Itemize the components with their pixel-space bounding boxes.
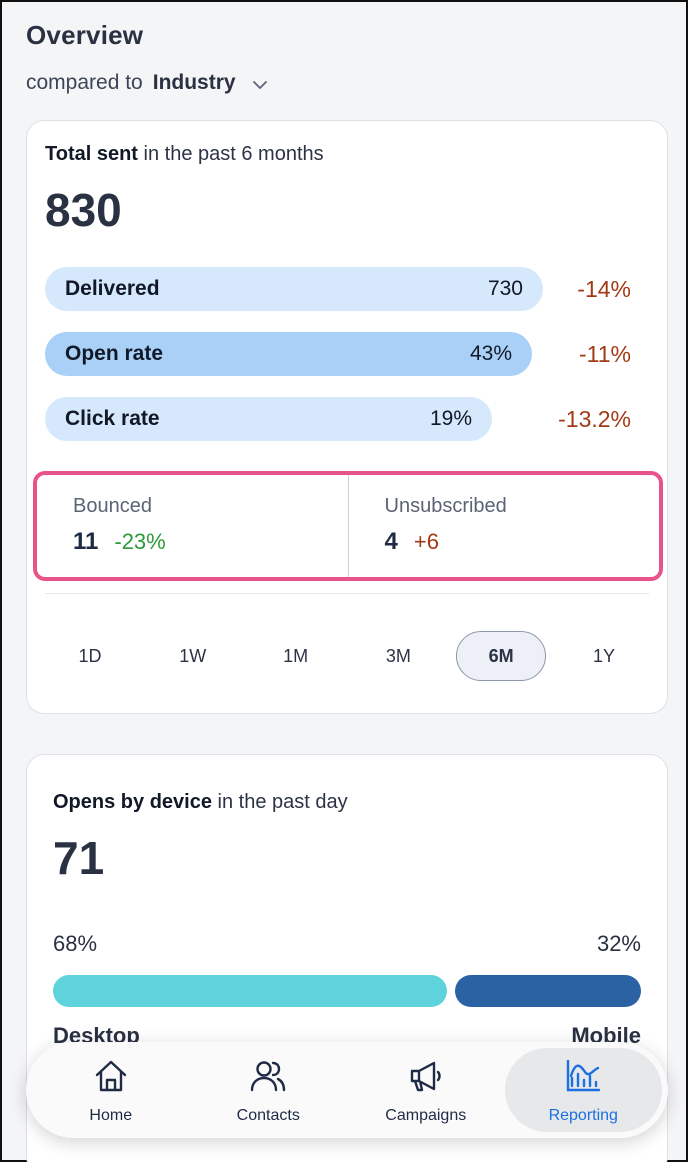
bounced-stat: Bounced 11 -23% (37, 475, 348, 577)
metric-row-click-rate: Click rate 19% -13.2% (45, 396, 651, 442)
tab-label: Contacts (236, 1106, 300, 1124)
metric-bar: Open rate 43% (45, 332, 532, 376)
bottom-tab-bar: Home Contacts Campaigns Reporting (26, 1042, 668, 1138)
unsubscribed-delta: +6 (413, 529, 439, 554)
range-1m[interactable]: 1M (251, 631, 341, 681)
metric-bar: Delivered 730 (45, 267, 543, 311)
total-sent-card: Total sent in the past 6 months 830 Deli… (26, 120, 668, 714)
opens-by-device-title: Opens by device in the past day (53, 791, 348, 813)
bounce-unsubscribe-panel: Bounced 11 -23% Unsubscribed 4 +6 (33, 471, 663, 581)
reporting-chart-icon (563, 1056, 603, 1107)
divider (45, 593, 649, 594)
mobile-percent: 32% (596, 931, 641, 956)
tab-home[interactable]: Home (32, 1048, 190, 1132)
device-percentages: 68% 32% (53, 931, 641, 957)
metric-row-open-rate: Open rate 43% -11% (45, 331, 651, 377)
tab-contacts[interactable]: Contacts (190, 1048, 348, 1132)
metric-label: Open rate (65, 342, 164, 365)
tab-label: Home (89, 1106, 133, 1124)
bounced-label: Bounced (73, 495, 152, 517)
metric-label: Click rate (65, 407, 160, 430)
bounced-delta: -23% (114, 529, 166, 554)
mobile-segment (455, 975, 641, 1007)
metric-value: 43% (469, 342, 512, 365)
metric-value: 730 (487, 277, 523, 300)
compare-prefix: compared to (26, 71, 143, 94)
desktop-segment (53, 975, 448, 1007)
metric-row-delivered: Delivered 730 -14% (45, 266, 651, 312)
range-3m[interactable]: 3M (353, 631, 443, 681)
time-range-selector: 1D 1W 1M 3M 6M 1Y (45, 631, 649, 681)
unsubscribed-value: 4 (384, 528, 398, 555)
megaphone-icon (406, 1056, 446, 1107)
chevron-down-icon (252, 75, 268, 91)
metric-bar: Click rate 19% (45, 397, 492, 441)
metric-delta: -14% (577, 275, 631, 302)
desktop-percent: 68% (53, 931, 98, 956)
range-1d[interactable]: 1D (45, 631, 135, 681)
tab-reporting[interactable]: Reporting (504, 1048, 662, 1132)
metric-label: Delivered (65, 277, 160, 300)
tab-label: Reporting (548, 1106, 618, 1124)
home-icon (91, 1056, 131, 1107)
range-6m[interactable]: 6M (456, 631, 547, 681)
page-title: Overview (26, 20, 144, 50)
bounced-value: 11 (73, 528, 99, 555)
compare-selector[interactable]: compared to Industry (26, 71, 268, 95)
compare-value: Industry (152, 71, 236, 94)
metric-value: 19% (429, 407, 472, 430)
total-sent-title: Total sent in the past 6 months (45, 143, 324, 165)
total-sent-value: 830 (45, 184, 122, 236)
range-1w[interactable]: 1W (148, 631, 238, 681)
device-split-bar (53, 975, 641, 1007)
contacts-icon (248, 1056, 288, 1107)
unsubscribed-label: Unsubscribed (384, 495, 507, 517)
range-1y[interactable]: 1Y (559, 631, 649, 681)
overview-header: Overview compared to Industry (26, 20, 268, 95)
unsubscribed-stat: Unsubscribed 4 +6 (347, 475, 660, 577)
tab-campaigns[interactable]: Campaigns (347, 1048, 505, 1132)
metric-delta: -13.2% (558, 405, 631, 432)
metric-delta: -11% (579, 340, 631, 367)
tab-label: Campaigns (385, 1106, 467, 1124)
opens-by-device-value: 71 (53, 832, 105, 884)
